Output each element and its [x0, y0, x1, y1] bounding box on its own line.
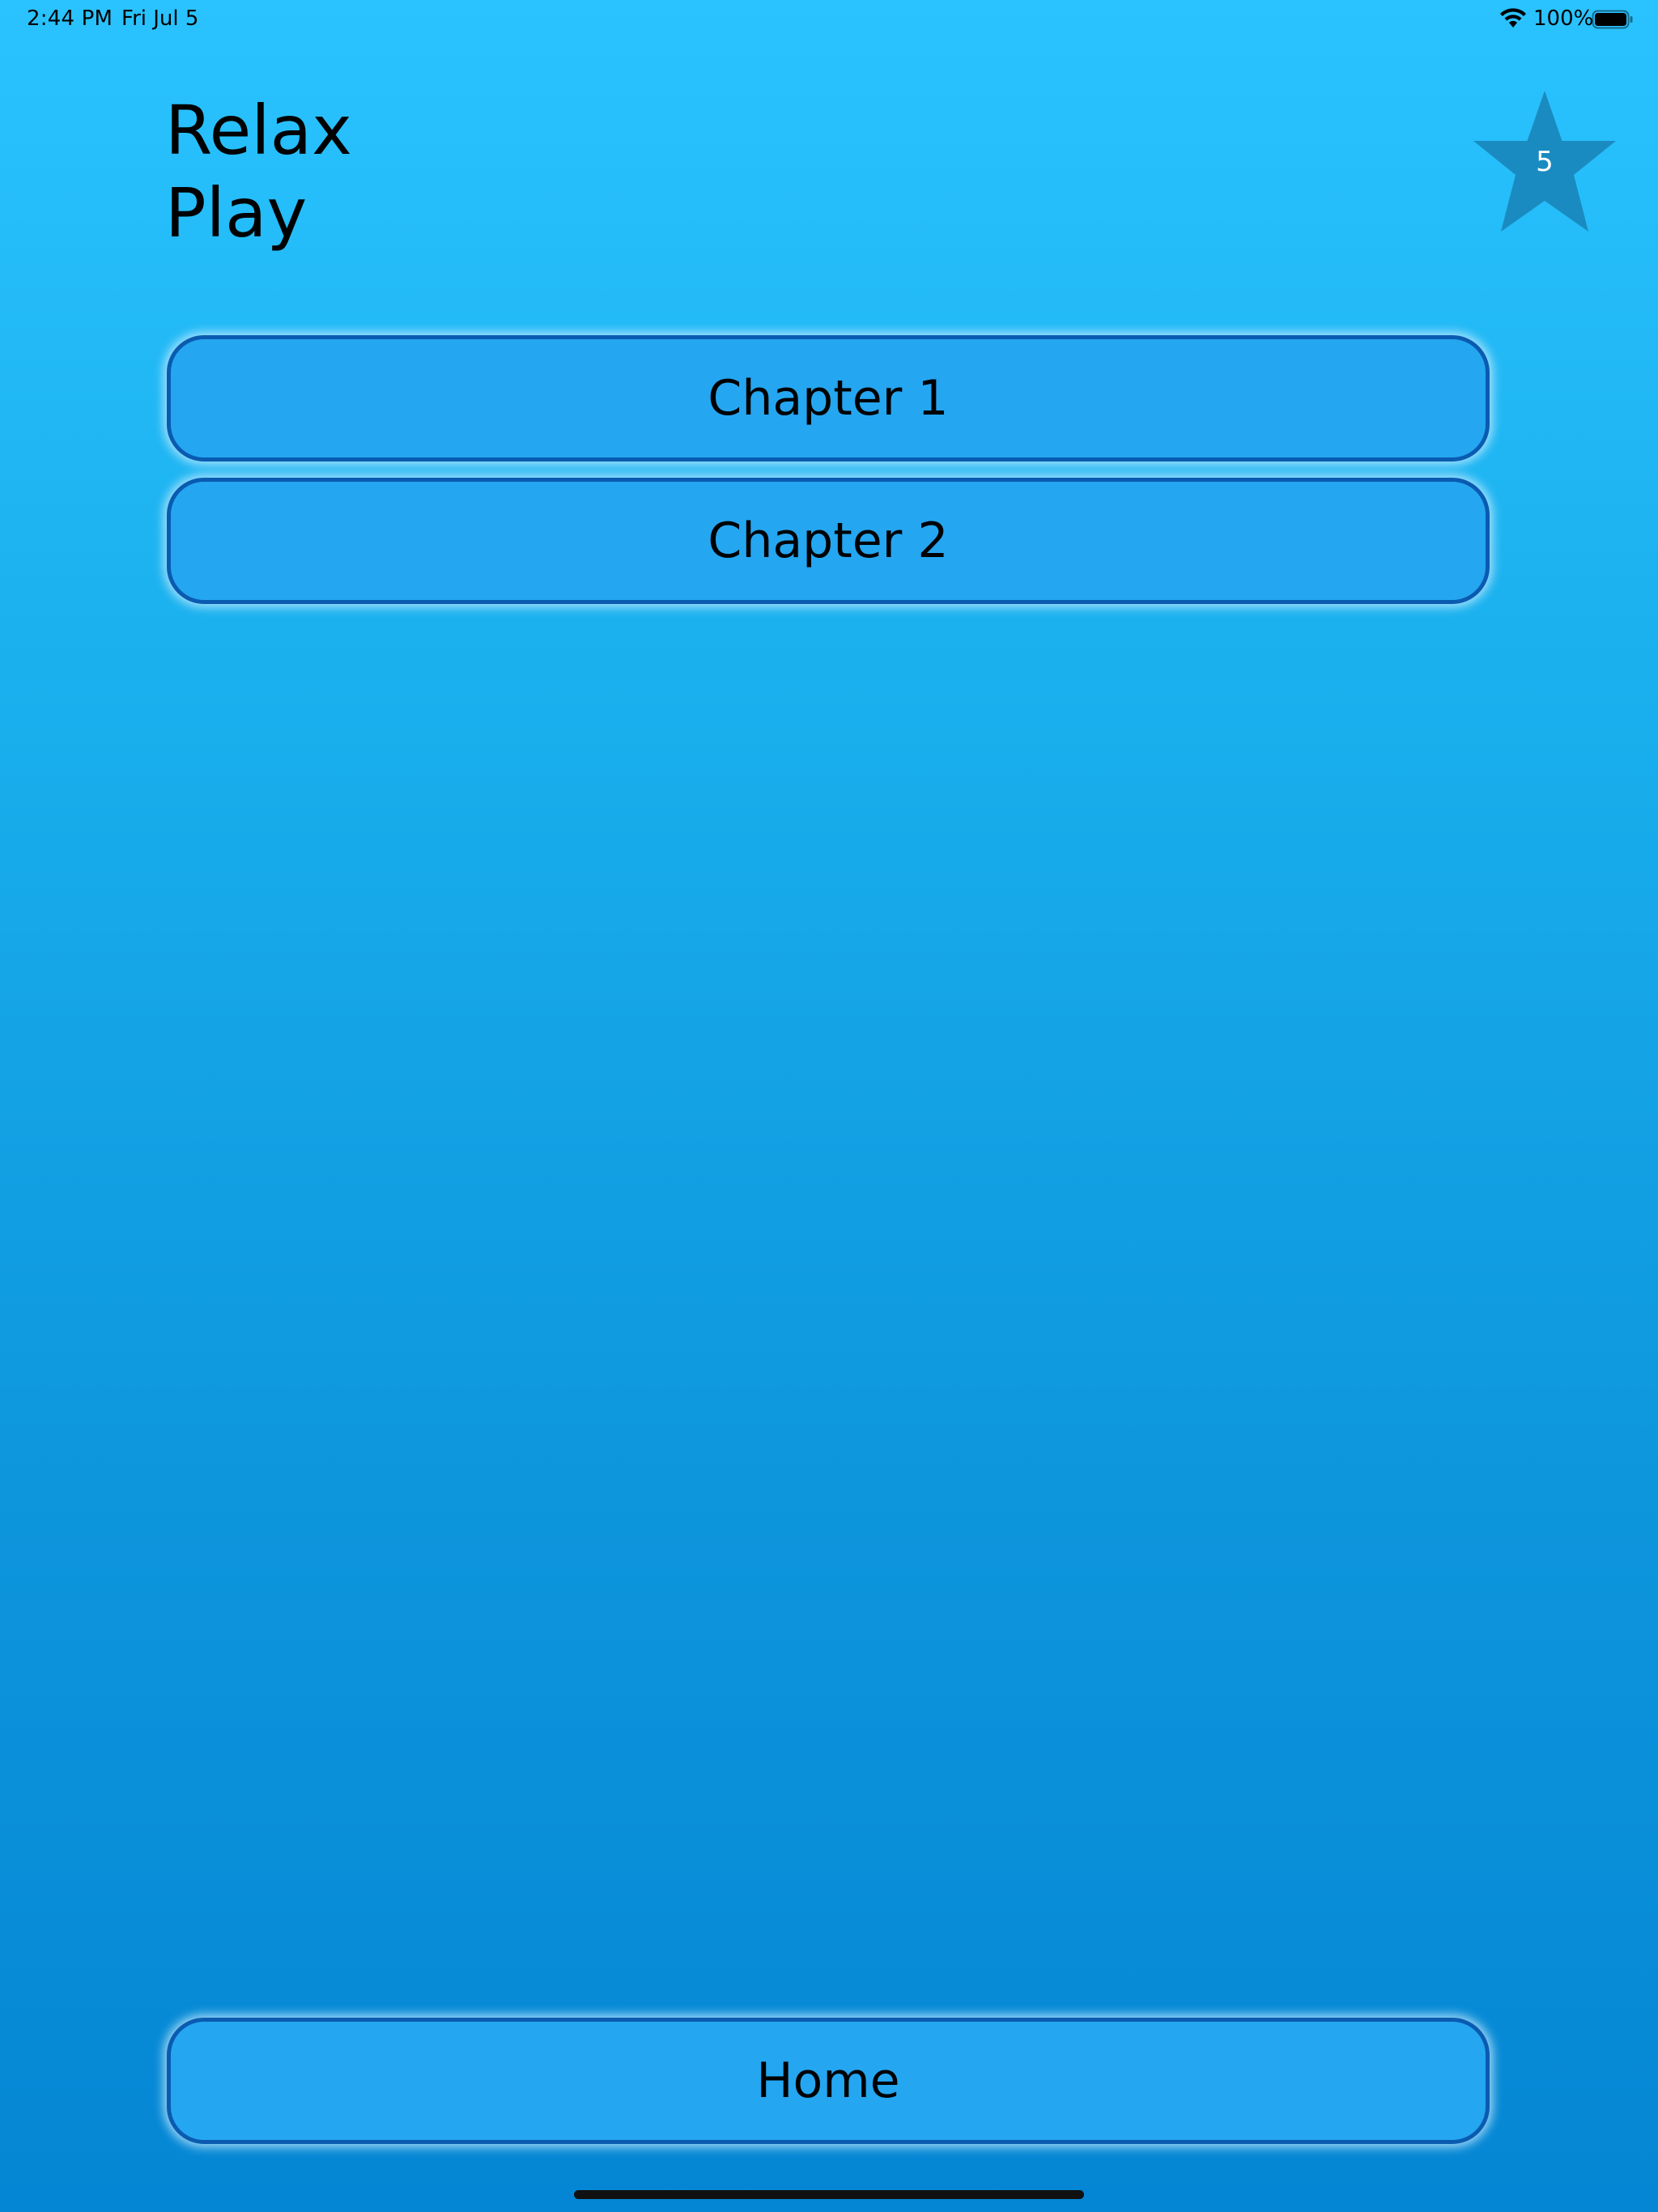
page-title-line-1: Relax — [165, 91, 352, 170]
chapter-1-button[interactable]: Chapter 1 — [167, 335, 1490, 462]
home-indicator[interactable] — [574, 2190, 1084, 2199]
star-count: 5 — [1536, 146, 1554, 178]
battery-percentage: 100% — [1533, 6, 1594, 31]
star-badge: 5 — [1465, 87, 1624, 238]
chapter-2-button[interactable]: Chapter 2 — [167, 478, 1490, 604]
home-button[interactable]: Home — [167, 2018, 1490, 2144]
page-title: Relax Play — [165, 89, 352, 254]
status-time: 2:44 PM — [27, 6, 113, 31]
status-date: Fri Jul 5 — [121, 6, 199, 31]
battery-full-icon — [1592, 9, 1634, 30]
wifi-icon — [1499, 8, 1527, 29]
status-bar: 2:44 PM Fri Jul 5 100% — [0, 0, 1658, 39]
page-title-line-2: Play — [165, 173, 308, 253]
